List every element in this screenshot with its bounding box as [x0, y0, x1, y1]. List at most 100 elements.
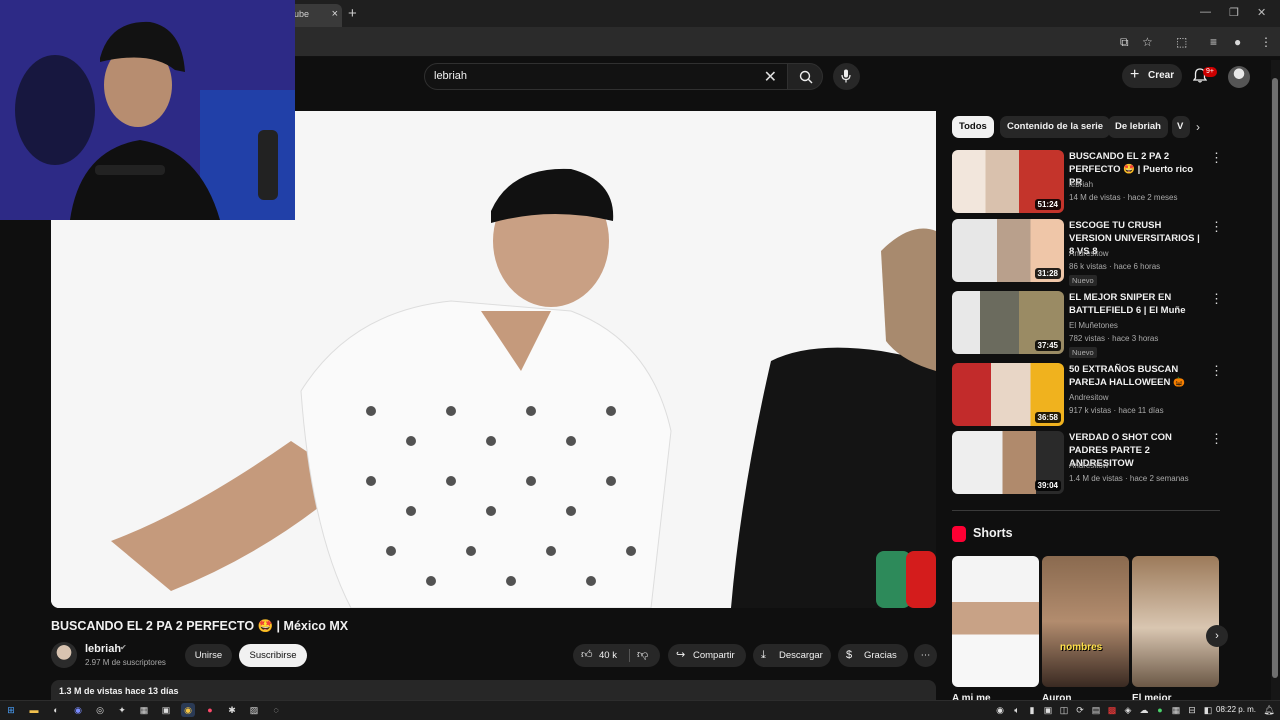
app-icon[interactable]: ▣: [159, 703, 173, 717]
share-button[interactable]: ↪ Compartir: [668, 644, 746, 667]
short-thumbnail[interactable]: [952, 556, 1039, 687]
download-icon: ⤓: [761, 649, 766, 661]
tray-icon[interactable]: ◫: [1057, 703, 1071, 717]
related-video[interactable]: 39:04 VERDAD O SHOT CON PADRES PARTE 2 A…: [952, 431, 1224, 495]
volume-icon[interactable]: 🔈︎: [1010, 703, 1024, 717]
app-icon[interactable]: ●: [203, 703, 217, 717]
search-button[interactable]: [787, 63, 823, 90]
shorts-next-icon[interactable]: ›: [1206, 625, 1228, 647]
install-icon[interactable]: ⧉: [1120, 35, 1129, 50]
related-video[interactable]: 31:28 ESCOGE TU CRUSH VERSION UNIVERSITA…: [952, 219, 1224, 286]
chip-all[interactable]: Todos: [952, 116, 994, 138]
video-thumbnail[interactable]: 51:24: [952, 150, 1064, 213]
network-icon[interactable]: ⊟: [1185, 703, 1199, 717]
more-actions-icon[interactable]: ⋯: [914, 644, 937, 667]
related-channel: Andresitow: [1069, 393, 1109, 402]
video-thumbnail[interactable]: 37:45: [952, 291, 1064, 354]
video-duration: 36:58: [1034, 412, 1061, 423]
extensions-icon[interactable]: ⬚: [1176, 35, 1187, 49]
super-thanks-icon: $: [846, 649, 853, 661]
like-button[interactable]: 👍︎ 40 k 👎︎: [573, 644, 660, 667]
tray-icon[interactable]: ⟳: [1073, 703, 1087, 717]
related-channel: Andresitow: [1069, 249, 1109, 258]
minimize-icon[interactable]: —: [1200, 6, 1211, 18]
app-icon[interactable]: ◐: [49, 703, 63, 717]
scrollbar-thumb[interactable]: [1272, 78, 1278, 678]
maximize-icon[interactable]: ❐: [1229, 6, 1239, 19]
tray-icon[interactable]: ●: [1153, 703, 1167, 717]
profile-icon[interactable]: ●: [1234, 35, 1241, 49]
related-video[interactable]: 36:58 50 EXTRAÑOS BUSCAN PAREJA HALLOWEE…: [952, 363, 1224, 427]
video-duration: 51:24: [1034, 199, 1061, 210]
file-explorer-icon[interactable]: ▬: [27, 703, 41, 717]
chrome-menu-icon[interactable]: ⋮: [1260, 35, 1272, 49]
subscribe-button[interactable]: Suscribirse: [239, 644, 307, 667]
more-options-icon[interactable]: ⋮: [1210, 431, 1223, 447]
more-options-icon[interactable]: ⋮: [1210, 291, 1223, 307]
related-meta: 782 vistas · hace 3 horas: [1069, 334, 1159, 343]
search-input[interactable]: [434, 70, 754, 82]
thumbs-down-icon[interactable]: 👎︎: [637, 644, 648, 667]
app-icon[interactable]: ✦: [115, 703, 129, 717]
tray-icon[interactable]: ▤: [1089, 703, 1103, 717]
account-avatar[interactable]: [1228, 66, 1250, 88]
video-duration: 31:28: [1034, 268, 1061, 279]
tray-icon[interactable]: ◉: [993, 703, 1007, 717]
video-thumbnail[interactable]: 39:04: [952, 431, 1064, 494]
app-icon[interactable]: ▦: [137, 703, 151, 717]
create-button[interactable]: + Crear: [1122, 64, 1182, 88]
close-window-icon[interactable]: ✕: [1257, 6, 1266, 19]
related-channel: El Muñetones: [1069, 321, 1118, 330]
chip-series[interactable]: Contenido de la serie: [1000, 116, 1111, 138]
notification-center-icon[interactable]: 🔔︎: [1262, 703, 1276, 717]
plus-icon: +: [1130, 66, 1140, 83]
mic-tray-icon[interactable]: ▮: [1025, 703, 1039, 717]
app-icon[interactable]: ◌: [269, 703, 283, 717]
short-thumbnail[interactable]: nombres: [1042, 556, 1129, 687]
tray-icon[interactable]: ◧: [1201, 703, 1215, 717]
media-icon[interactable]: ≡: [1210, 35, 1217, 49]
bookmark-star-icon[interactable]: ☆: [1142, 35, 1153, 49]
chevron-right-icon[interactable]: ›: [1196, 120, 1200, 134]
chip-more[interactable]: V: [1172, 116, 1190, 138]
channel-name-link[interactable]: lebriah: [85, 643, 121, 655]
related-video[interactable]: 51:24 BUSCANDO EL 2 PA 2 PERFECTO 🤩 | Pu…: [952, 150, 1224, 214]
tray-icon[interactable]: ◈: [1121, 703, 1135, 717]
channel-avatar[interactable]: [51, 642, 77, 668]
video-thumbnail[interactable]: 36:58: [952, 363, 1064, 426]
app-icon[interactable]: ◎: [93, 703, 107, 717]
taskbar-clock[interactable]: 08:22 p. m.: [1216, 705, 1256, 714]
download-button[interactable]: ⤓ Descargar: [753, 644, 831, 667]
voice-search-button[interactable]: [833, 63, 860, 90]
related-title: EL MEJOR SNIPER EN BATTLEFIELD 6 | El Mu…: [1069, 292, 1186, 316]
close-tab-icon[interactable]: ×: [332, 8, 338, 20]
new-tab-button[interactable]: +: [348, 5, 357, 22]
short-thumbnail[interactable]: [1132, 556, 1219, 687]
related-video[interactable]: 37:45 EL MEJOR SNIPER EN BATTLEFIELD 6 |…: [952, 291, 1224, 358]
app-icon[interactable]: ▨: [247, 703, 261, 717]
discord-icon[interactable]: ◉: [71, 703, 85, 717]
tab-title: ube: [294, 9, 310, 19]
like-count: 40 k: [599, 650, 617, 661]
thanks-button[interactable]: $ Gracias: [838, 644, 908, 667]
video-duration: 37:45: [1034, 340, 1061, 351]
chrome-icon[interactable]: ◉: [181, 703, 195, 717]
tray-icon[interactable]: ☁: [1137, 703, 1151, 717]
more-options-icon[interactable]: ⋮: [1210, 363, 1223, 379]
video-thumbnail[interactable]: 31:28: [952, 219, 1064, 282]
shorts-icon: [952, 526, 966, 542]
chip-from-channel[interactable]: De lebriah: [1108, 116, 1168, 138]
app-icon[interactable]: ✱: [225, 703, 239, 717]
create-label: Crear: [1148, 70, 1175, 81]
video-duration: 39:04: [1034, 480, 1061, 491]
notification-count-badge: 9+: [1203, 67, 1217, 77]
tray-icon[interactable]: ▩: [1105, 703, 1119, 717]
tray-icon[interactable]: ▣: [1041, 703, 1055, 717]
join-button[interactable]: Unirse: [185, 644, 232, 667]
more-options-icon[interactable]: ⋮: [1210, 150, 1223, 166]
start-icon[interactable]: ⊞: [4, 703, 18, 717]
clear-search-icon[interactable]: ✕: [764, 67, 777, 87]
tray-icon[interactable]: ▦: [1169, 703, 1183, 717]
more-options-icon[interactable]: ⋮: [1210, 219, 1223, 235]
download-label: Descargar: [779, 650, 823, 661]
